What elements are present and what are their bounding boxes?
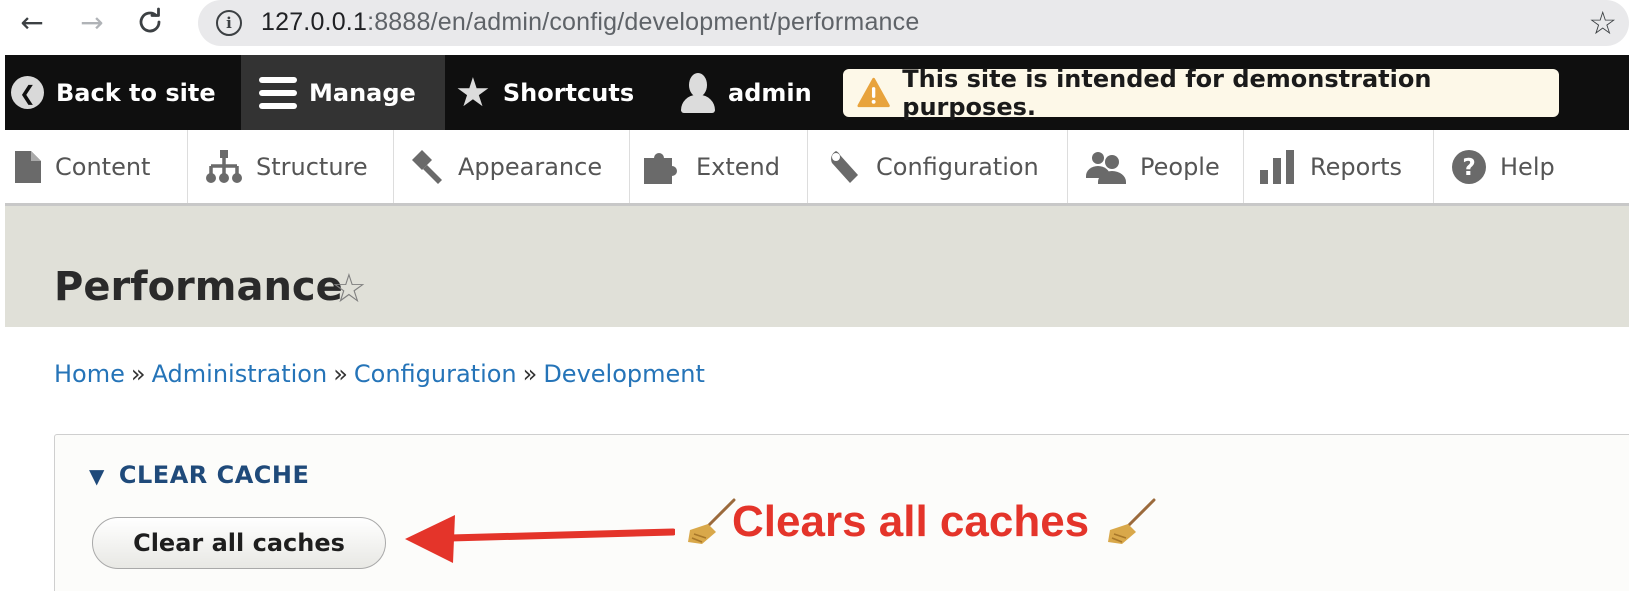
manage-label: Manage [309,78,416,107]
breadcrumb-home[interactable]: Home [54,360,125,388]
menu-item-label: People [1140,152,1220,181]
menu-item-help[interactable]: ? Help [1434,130,1629,203]
demo-notice-banner: This site is intended for demonstration … [843,65,1559,121]
breadcrumb-development[interactable]: Development [543,360,705,388]
menu-item-label: Appearance [458,152,603,181]
menu-item-content[interactable]: Content [5,130,188,203]
menu-item-structure[interactable]: Structure [188,130,394,203]
back-to-site-label: Back to site [56,78,216,107]
extend-puzzle-icon [644,150,682,184]
admin-toolbar: ❮ Back to site Manage ★ Shortcuts admin … [5,55,1629,130]
demo-notice-text: This site is intended for demonstration … [902,65,1432,121]
menu-item-label: Structure [256,152,368,181]
page-title: Performance [54,264,343,310]
menu-item-extend[interactable]: Extend [630,130,808,203]
menu-item-configuration[interactable]: Configuration [808,130,1068,203]
broom-icon [1108,498,1156,544]
menu-item-reports[interactable]: Reports [1244,130,1434,203]
menu-item-label: Help [1500,152,1555,181]
clear-cache-legend-label: CLEAR CACHE [118,461,310,489]
triangle-down-icon: ▼ [89,464,105,488]
menu-item-label: Extend [696,152,780,181]
help-question-icon: ? [1452,149,1486,184]
menu-item-label: Content [55,152,151,181]
page-header: Performance ☆ [5,206,1629,327]
reload-icon[interactable] [132,4,168,40]
user-tab[interactable]: admin [680,55,812,130]
svg-text:?: ? [1462,155,1475,181]
menu-item-people[interactable]: People [1068,130,1244,203]
breadcrumb-separator: » [333,360,348,388]
arrow-right-icon[interactable]: → [74,4,110,40]
user-icon [680,72,716,113]
chevron-left-circle-icon: ❮ [11,76,44,109]
structure-icon [206,149,242,184]
broom-icon [688,498,736,544]
info-icon[interactable]: i [216,10,242,36]
content-file-icon [15,150,41,183]
reports-bar-icon [1260,149,1296,184]
star-icon: ★ [455,69,491,116]
breadcrumb: Home» Administration» Configuration» Develo… [54,360,705,388]
breadcrumb-configuration[interactable]: Configuration [354,360,517,388]
browser-toolbar: ← → i 127.0.0.1:8888/en/admin/config/dev… [0,0,1629,52]
star-outline-icon[interactable]: ☆ [1588,4,1617,42]
manage-tab[interactable]: Manage [241,55,445,130]
annotation-text: Clears all caches [732,497,1090,546]
people-icon [1086,150,1126,184]
clear-cache-legend[interactable]: ▼ CLEAR CACHE [89,461,309,489]
admin-menu-tray: Content Structure Appearance Extend Conf… [5,130,1629,206]
star-outline-icon[interactable]: ☆ [331,266,367,312]
breadcrumb-administration[interactable]: Administration [152,360,328,388]
annotation-arrow-icon [405,515,675,563]
hamburger-icon [259,76,297,109]
user-label: admin [728,78,812,107]
appearance-brush-icon [408,149,444,184]
breadcrumb-separator: » [522,360,538,388]
menu-item-appearance[interactable]: Appearance [394,130,630,203]
clear-all-caches-button[interactable]: Clear all caches [92,517,386,569]
back-to-site-link[interactable]: ❮ Back to site [11,55,216,130]
url-host: 127.0.0.1 [261,8,368,36]
shortcuts-tab[interactable]: ★ Shortcuts [455,55,634,130]
menu-item-label: Reports [1310,152,1403,181]
address-bar[interactable]: i 127.0.0.1:8888/en/admin/config/develop… [198,0,1629,46]
arrow-left-icon[interactable]: ← [14,4,50,40]
warning-icon [857,77,890,108]
shortcuts-label: Shortcuts [502,78,635,107]
url-text[interactable]: 127.0.0.1:8888/en/admin/config/developme… [261,8,919,37]
breadcrumb-separator: » [130,360,146,388]
url-path: :8888/en/admin/config/development/perfor… [367,8,920,36]
menu-item-label: Configuration [876,152,1039,181]
wrench-icon [826,149,862,185]
